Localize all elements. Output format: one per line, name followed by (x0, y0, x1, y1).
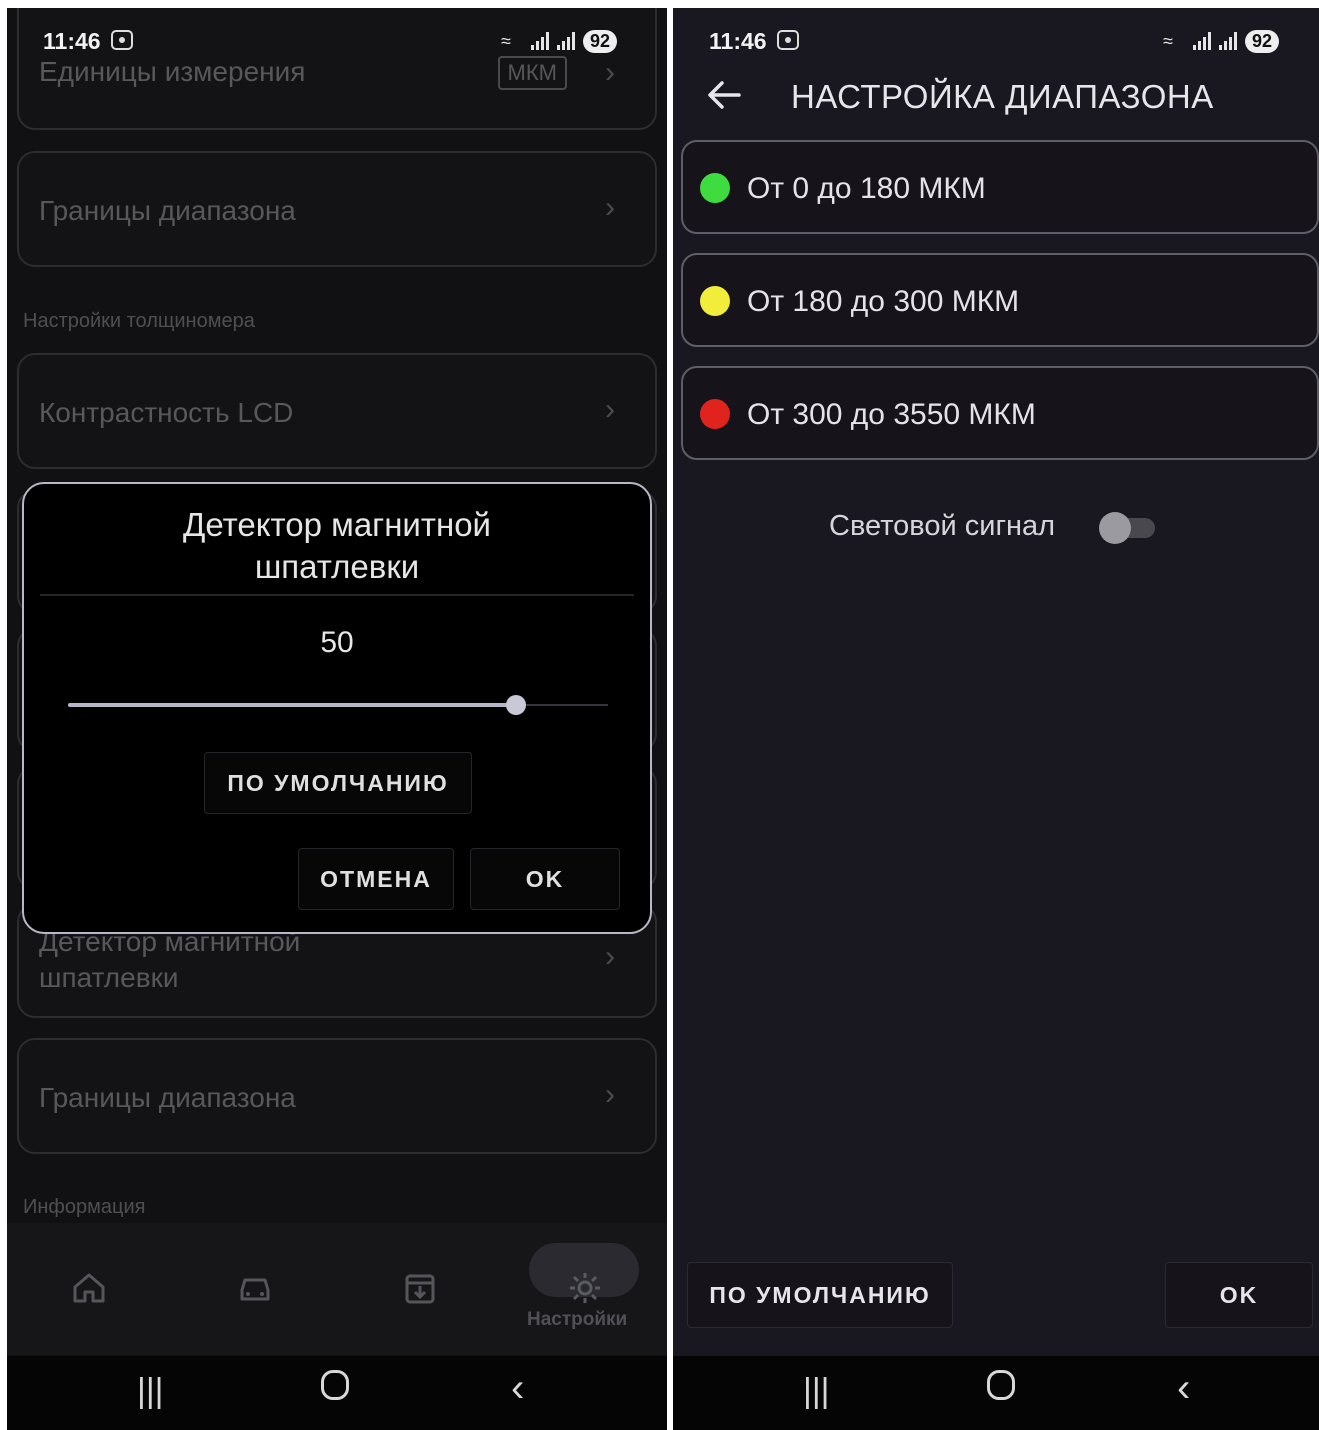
car-icon (240, 1278, 270, 1301)
screen-capture-icon (777, 30, 799, 50)
page-title: НАСТРОЙКА ДИАПАЗОНА (791, 78, 1214, 115)
range-limits-label: Границы диапазона (39, 195, 296, 226)
signal-icon (1193, 32, 1213, 50)
chevron-right-icon: › (605, 940, 615, 973)
section-gauge-settings: Настройки толщиномера (23, 310, 255, 332)
status-bar: 11:46 ≈ 92 (7, 8, 667, 68)
range-card-red[interactable]: От 300 до 3550 МКМ (681, 366, 1319, 460)
nav-vehicles[interactable] (225, 1263, 285, 1313)
status-time: 11:46 (709, 28, 767, 54)
system-navigation-bar: ||| ‹ (673, 1356, 1319, 1430)
back-button[interactable]: ‹ (1177, 1366, 1190, 1411)
range-text: От 0 до 180 МКМ (747, 172, 986, 205)
status-time: 11:46 (43, 28, 101, 54)
light-signal-toggle[interactable] (1099, 512, 1155, 544)
range-card-yellow[interactable]: От 180 до 300 МКМ (681, 253, 1319, 347)
battery-indicator: 92 (1245, 29, 1280, 53)
nav-settings-label[interactable]: Настройки (527, 1309, 627, 1331)
range-limits-card[interactable]: Границы диапазона › (17, 151, 657, 267)
magnetic-putty-dialog: Детектор магнитной шпатлевки 50 ПО УМОЛЧ… (22, 482, 652, 934)
range-settings-screen: 11:46 ≈ 92 НАСТРОЙКА ДИАПАЗОНА От 0 до 1… (673, 8, 1319, 1430)
download-box-icon (405, 1274, 435, 1304)
green-dot-icon (700, 173, 730, 203)
signal-icon-2 (1219, 32, 1239, 50)
light-signal-label: Световой сигнал (829, 510, 1056, 542)
recent-apps-button[interactable]: ||| (803, 1372, 830, 1411)
chevron-right-icon: › (605, 191, 615, 224)
lcd-contrast-card[interactable]: Контрастность LCD › (17, 353, 657, 469)
sensitivity-slider[interactable] (68, 695, 608, 715)
range-text: От 180 до 300 МКМ (747, 285, 1020, 318)
range-card-green[interactable]: От 0 до 180 МКМ (681, 140, 1319, 234)
signal-icon-2 (557, 32, 577, 50)
bottom-navigation: Настройки (7, 1223, 667, 1355)
yellow-dot-icon (700, 286, 730, 316)
ok-button[interactable]: OK (470, 848, 620, 910)
default-button[interactable]: ПО УМОЛЧАНИЮ (687, 1262, 953, 1328)
wifi-icon: ≈ (501, 31, 511, 51)
red-dot-icon (700, 399, 730, 429)
slider-thumb[interactable] (506, 695, 527, 715)
range-limits-card-2[interactable]: Границы диапазона › (17, 1038, 657, 1154)
dialog-title: Детектор магнитной шпатлевки (24, 504, 650, 588)
chevron-right-icon: › (605, 1078, 615, 1111)
recent-apps-button[interactable]: ||| (137, 1372, 164, 1411)
magnetic-putty-label: Детектор магнитной шпатлевки (39, 926, 301, 993)
system-navigation-bar: ||| ‹ (7, 1356, 667, 1430)
nav-settings[interactable] (555, 1263, 615, 1313)
lcd-contrast-label: Контрастность LCD (39, 397, 294, 428)
dialog-title-line1: Детектор магнитной (183, 506, 491, 543)
nav-home[interactable] (59, 1263, 119, 1313)
wifi-icon: ≈ (1163, 31, 1173, 51)
signal-icon (531, 32, 551, 50)
slider-fill (68, 703, 517, 707)
range-text: От 300 до 3550 МКМ (747, 398, 1036, 431)
gear-icon (570, 1273, 600, 1303)
settings-screen: 11:46 ≈ 92 Единицы измерения МКМ › Грани… (7, 8, 667, 1430)
cancel-button[interactable]: ОТМЕНА (298, 848, 454, 910)
home-icon (73, 1273, 105, 1303)
back-button[interactable]: ‹ (511, 1366, 524, 1411)
home-button[interactable] (987, 1370, 1015, 1400)
chevron-right-icon: › (605, 393, 615, 426)
ok-button[interactable]: OK (1165, 1262, 1313, 1328)
range-limits-label-2: Границы диапазона (39, 1082, 296, 1113)
default-button[interactable]: ПО УМОЛЧАНИЮ (204, 752, 472, 814)
nav-archive[interactable] (390, 1263, 450, 1313)
status-bar: 11:46 ≈ 92 (673, 8, 1319, 68)
dialog-title-line2: шпатлевки (254, 548, 420, 585)
screen-capture-icon (111, 30, 133, 50)
status-icons: ≈ 92 (501, 28, 618, 54)
back-arrow-icon[interactable] (707, 80, 741, 110)
battery-indicator: 92 (583, 29, 618, 53)
slider-value: 50 (320, 626, 354, 659)
home-button[interactable] (321, 1370, 349, 1400)
dialog-divider (40, 594, 634, 596)
section-information: Информация (23, 1196, 146, 1218)
status-icons: ≈ 92 (1163, 28, 1280, 54)
toggle-knob (1099, 512, 1131, 544)
